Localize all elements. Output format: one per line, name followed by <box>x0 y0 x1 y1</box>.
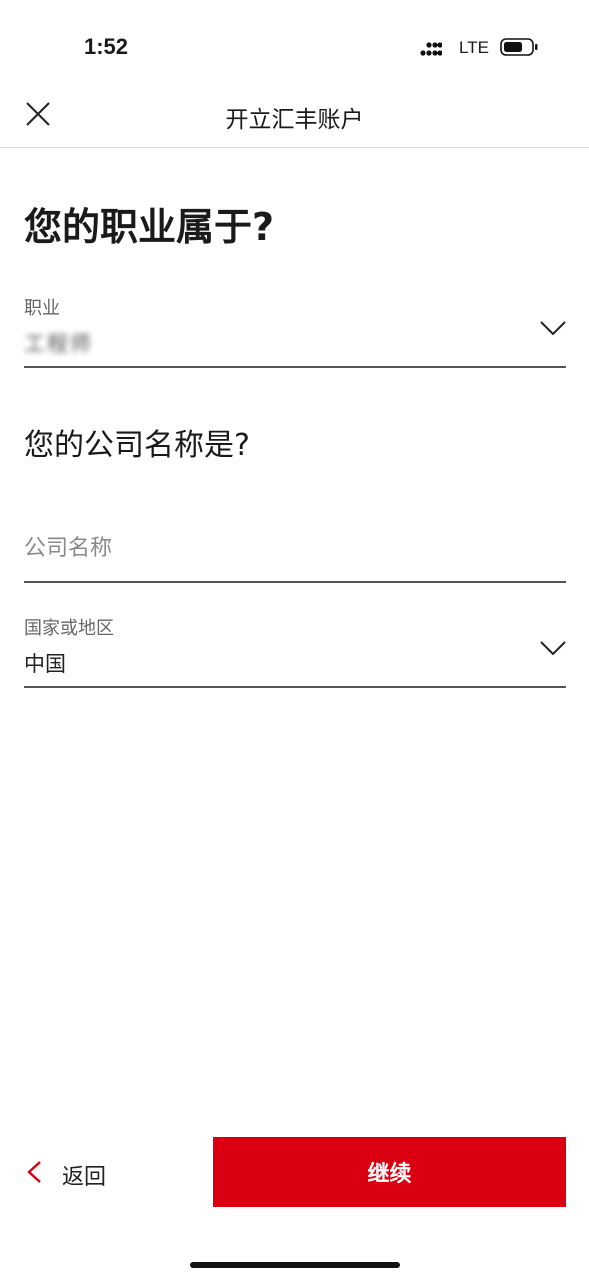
company-name-placeholder: 公司名称 <box>24 536 113 561</box>
occupation-label: 职业 <box>24 298 60 319</box>
company-underline <box>24 581 566 583</box>
signal-icon <box>420 42 442 56</box>
country-select[interactable]: 国家或地区 中国 <box>24 610 566 686</box>
chevron-down-icon <box>540 321 566 336</box>
home-indicator <box>190 1262 400 1268</box>
chevron-down-icon <box>540 641 566 656</box>
occupation-select[interactable]: 职业 工程师 <box>24 290 566 368</box>
country-value: 中国 <box>24 652 66 676</box>
continue-button[interactable]: 继续 <box>213 1137 566 1207</box>
continue-label: 继续 <box>367 1162 412 1187</box>
network-label: LTE <box>459 38 489 57</box>
company-name-input[interactable]: 公司名称 <box>24 520 566 580</box>
country-underline <box>24 686 566 688</box>
header-divider <box>0 147 589 148</box>
back-label: 返回 <box>62 1165 107 1190</box>
company-question: 您的公司名称是? <box>24 428 250 463</box>
battery-icon <box>500 38 538 56</box>
country-label: 国家或地区 <box>24 618 114 639</box>
back-button[interactable]: 返回 <box>22 1152 132 1192</box>
chevron-left-icon <box>27 1161 41 1183</box>
occupation-question: 您的职业属于? <box>24 205 275 249</box>
occupation-value: 工程师 <box>24 332 93 356</box>
occupation-underline <box>24 366 566 368</box>
page-title: 开立汇丰账户 <box>225 107 364 133</box>
status-time: 1:52 <box>84 34 129 59</box>
